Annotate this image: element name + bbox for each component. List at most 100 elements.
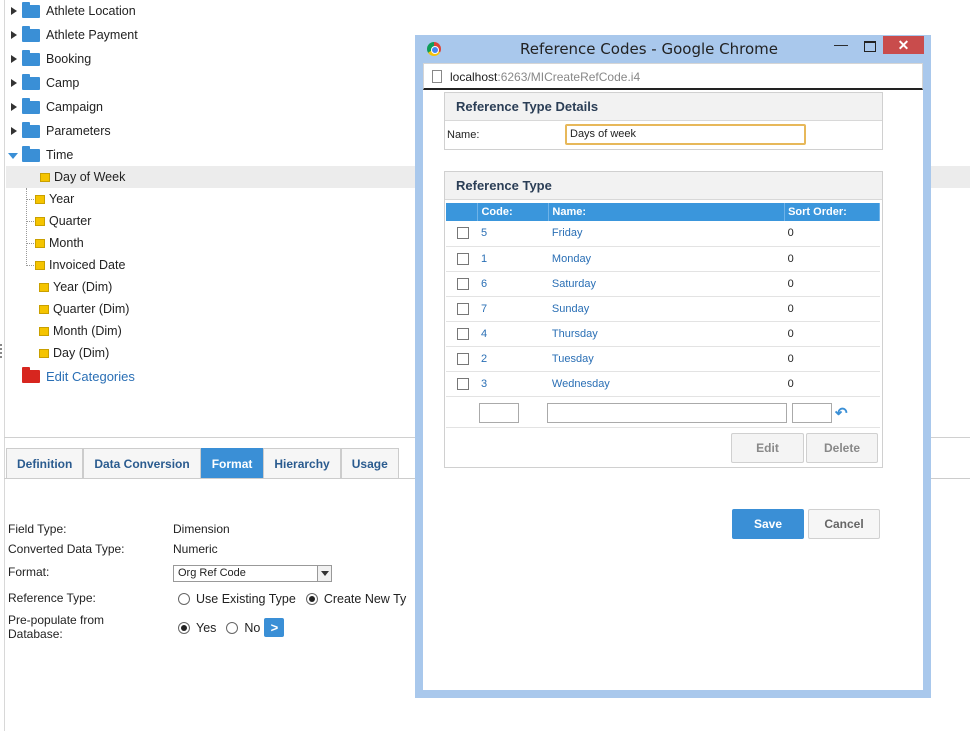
edit-categories-link[interactable]: Edit Categories: [22, 365, 135, 387]
tab-data-conversion[interactable]: Data Conversion: [83, 448, 201, 479]
expand-icon[interactable]: [8, 77, 18, 89]
tree-item-label: Day of Week: [54, 170, 126, 184]
tree-item-parameters[interactable]: Parameters: [8, 120, 111, 142]
tree-item-month-dim[interactable]: Month (Dim): [39, 320, 122, 342]
sort-order-cell: 0: [784, 346, 880, 372]
table-row[interactable]: 4 Thursday 0: [446, 321, 880, 347]
edit-button[interactable]: Edit: [731, 433, 804, 463]
url-text[interactable]: localhost:6263/MICreateRefCode.i4: [450, 70, 640, 84]
format-label: Format:: [8, 565, 50, 579]
code-cell[interactable]: 5: [477, 221, 549, 247]
tree-item-year-dim[interactable]: Year (Dim): [39, 276, 112, 298]
close-button[interactable]: ✕: [883, 36, 924, 54]
row-checkbox[interactable]: [457, 352, 469, 365]
new-code-input[interactable]: [479, 403, 519, 423]
name-cell[interactable]: Thursday: [548, 321, 785, 347]
tree-item-day-dim[interactable]: Day (Dim): [39, 342, 109, 364]
maximize-button[interactable]: [859, 39, 881, 55]
new-sort-order-input[interactable]: [792, 403, 832, 423]
tree-item-campaign[interactable]: Campaign: [8, 96, 103, 118]
sort-order-cell: 0: [784, 271, 880, 297]
row-checkbox[interactable]: [457, 377, 469, 390]
go-button[interactable]: >: [264, 618, 285, 637]
cancel-button[interactable]: Cancel: [808, 509, 880, 539]
name-cell[interactable]: Monday: [548, 246, 785, 272]
tree-item-athlete-location[interactable]: Athlete Location: [8, 0, 136, 22]
tree-item-label: Athlete Payment: [46, 28, 138, 42]
tab-format[interactable]: Format: [200, 448, 264, 479]
expand-icon[interactable]: [8, 101, 18, 113]
expand-icon[interactable]: [8, 53, 18, 65]
collapse-icon[interactable]: [8, 149, 18, 161]
tab-definition[interactable]: Definition: [6, 448, 84, 479]
code-cell[interactable]: 6: [477, 271, 549, 297]
table-row[interactable]: 3 Wednesday 0: [446, 371, 880, 397]
name-cell[interactable]: Sunday: [548, 296, 785, 322]
delete-button[interactable]: Delete: [806, 433, 878, 463]
name-cell[interactable]: Wednesday: [548, 371, 785, 397]
tree-item-invoiced-date[interactable]: Invoiced Date: [35, 254, 125, 276]
panel-border: [4, 0, 5, 731]
prepopulate-label-line1: Pre-populate from: [8, 613, 105, 627]
undo-icon[interactable]: ↶: [835, 404, 849, 422]
yes-radio[interactable]: [178, 621, 190, 634]
no-radio[interactable]: [226, 621, 239, 634]
row-checkbox[interactable]: [457, 252, 469, 265]
minimize-button[interactable]: —: [830, 37, 852, 55]
row-checkbox[interactable]: [457, 227, 469, 240]
code-cell[interactable]: 1: [477, 246, 549, 272]
property-tabs: Definition Data Conversion Format Hierar…: [6, 448, 399, 479]
use-existing-radio[interactable]: [178, 593, 190, 605]
expand-icon[interactable]: [8, 29, 18, 41]
reference-type-label: Reference Type:: [8, 591, 96, 605]
tree-item-athlete-payment[interactable]: Athlete Payment: [8, 24, 138, 46]
row-checkbox[interactable]: [457, 302, 469, 315]
expand-icon[interactable]: [8, 5, 18, 17]
tab-usage[interactable]: Usage: [340, 448, 399, 479]
converted-data-type-label: Converted Data Type:: [8, 542, 125, 556]
create-new-radio[interactable]: [305, 593, 318, 605]
save-button[interactable]: Save: [732, 509, 804, 539]
tree-item-label: Day (Dim): [53, 346, 110, 360]
folder-icon: [39, 282, 49, 292]
name-cell[interactable]: Saturday: [548, 271, 785, 297]
name-input[interactable]: Days of week: [565, 124, 806, 145]
chevron-down-icon[interactable]: [317, 566, 331, 581]
tree-item-booking[interactable]: Booking: [8, 48, 91, 70]
name-cell[interactable]: Tuesday: [548, 346, 785, 372]
new-name-input[interactable]: [547, 403, 787, 423]
sort-order-cell: 0: [784, 371, 880, 397]
name-column-header[interactable]: Name:: [548, 203, 786, 221]
code-cell[interactable]: 2: [477, 346, 549, 372]
format-select[interactable]: Org Ref Code: [173, 565, 332, 582]
table-row[interactable]: 6 Saturday 0: [446, 271, 880, 297]
name-cell[interactable]: Friday: [548, 221, 785, 247]
tree-connector: [26, 221, 34, 222]
table-row[interactable]: 2 Tuesday 0: [446, 346, 880, 372]
tree-item-label: Quarter: [49, 214, 92, 228]
folder-open-icon: [22, 145, 40, 162]
table-row[interactable]: 1 Monday 0: [446, 246, 880, 272]
tree-item-quarter[interactable]: Quarter: [35, 210, 91, 232]
sort-order-column-header[interactable]: Sort Order:: [784, 203, 880, 221]
tree-item-quarter-dim[interactable]: Quarter (Dim): [39, 298, 129, 320]
tree-connector: [26, 199, 34, 200]
tab-hierarchy[interactable]: Hierarchy: [263, 448, 341, 479]
use-existing-label: Use Existing Type: [196, 592, 296, 606]
table-row[interactable]: 5 Friday 0: [446, 221, 880, 247]
folder-icon: [22, 25, 40, 42]
select-column-header: [446, 203, 479, 221]
row-checkbox[interactable]: [457, 277, 469, 290]
tree-item-year[interactable]: Year: [35, 188, 74, 210]
expand-icon[interactable]: [8, 125, 18, 137]
tree-item-camp[interactable]: Camp: [8, 72, 79, 94]
row-checkbox[interactable]: [457, 327, 469, 340]
tree-item-time[interactable]: Time: [8, 144, 73, 166]
folder-icon: [39, 348, 49, 358]
code-cell[interactable]: 7: [477, 296, 549, 322]
table-row[interactable]: 7 Sunday 0: [446, 296, 880, 322]
code-cell[interactable]: 4: [477, 321, 549, 347]
code-cell[interactable]: 3: [477, 371, 549, 397]
code-column-header[interactable]: Code:: [477, 203, 550, 221]
tree-item-month[interactable]: Month: [35, 232, 84, 254]
